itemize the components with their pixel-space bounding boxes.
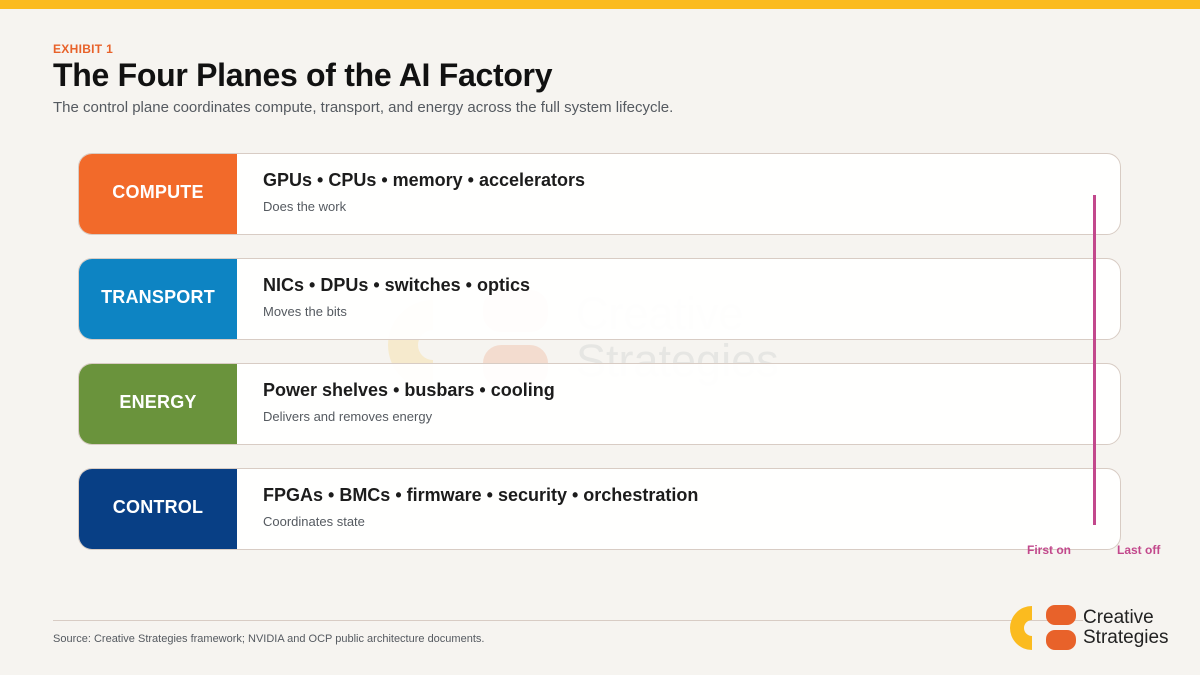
timeline-last-off-label: Last off bbox=[1117, 543, 1161, 557]
plane-card-energy: ENERGY Power shelves • busbars • cooling… bbox=[78, 363, 1121, 445]
page-subtitle: The control plane coordinates compute, t… bbox=[53, 99, 674, 116]
plane-description-control: Coordinates state bbox=[263, 514, 365, 529]
plane-items-control: FPGAs • BMCs • firmware • security • orc… bbox=[263, 485, 699, 505]
brand-line1: Creative bbox=[1083, 607, 1154, 628]
lifecycle-timeline-line bbox=[1093, 195, 1096, 525]
plane-description-transport: Moves the bits bbox=[263, 304, 347, 319]
source-note: Source: Creative Strategies framework; N… bbox=[53, 633, 485, 645]
plane-label-control: CONTROL bbox=[79, 469, 237, 549]
exhibit-label: EXHIBIT 1 bbox=[53, 42, 114, 56]
plane-card-control: CONTROL FPGAs • BMCs • firmware • securi… bbox=[78, 468, 1121, 550]
footer-divider bbox=[53, 620, 1083, 621]
brand-logo: Creative Strategies bbox=[1008, 603, 1188, 653]
brand-line2: Strategies bbox=[1083, 627, 1169, 648]
plane-items-energy: Power shelves • busbars • cooling bbox=[263, 380, 555, 400]
timeline-first-on-label: First on bbox=[1027, 543, 1071, 557]
plane-card-transport: TRANSPORT NICs • DPUs • switches • optic… bbox=[78, 258, 1121, 340]
brand-wordmark: Creative Strategies bbox=[1083, 608, 1169, 648]
page-title: The Four Planes of the AI Factory bbox=[53, 57, 553, 93]
plane-description-compute: Does the work bbox=[263, 199, 347, 214]
plane-label-energy: ENERGY bbox=[79, 364, 237, 444]
top-accent-bar bbox=[0, 0, 1200, 9]
plane-label-transport: TRANSPORT bbox=[79, 259, 237, 339]
plane-card-compute: COMPUTE GPUs • CPUs • memory • accelerat… bbox=[78, 153, 1121, 235]
plane-description-energy: Delivers and removes energy bbox=[263, 409, 433, 424]
brand-mark-icon bbox=[1010, 605, 1076, 650]
plane-label-compute: COMPUTE bbox=[79, 154, 237, 234]
plane-items-transport: NICs • DPUs • switches • optics bbox=[263, 275, 530, 295]
plane-items-compute: GPUs • CPUs • memory • accelerators bbox=[263, 170, 586, 190]
